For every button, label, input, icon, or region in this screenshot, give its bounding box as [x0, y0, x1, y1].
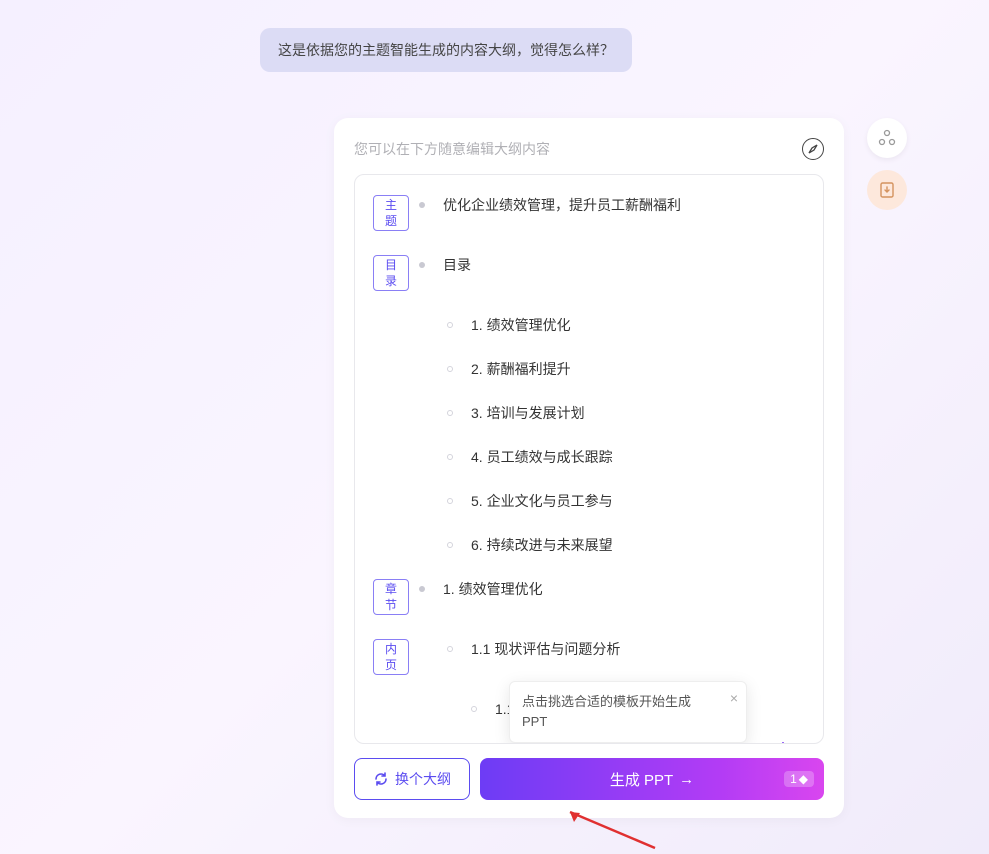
toc-item[interactable]: · 2. 薪酬福利提升: [373, 359, 805, 379]
toc-item-text[interactable]: 3. 培训与发展计划: [471, 403, 585, 423]
refresh-icon: [373, 771, 389, 787]
side-buttons: [867, 118, 907, 210]
diamond-icon: ◆: [799, 772, 808, 786]
chat-bubble: 这是依据您的主题智能生成的内容大纲，觉得怎么样？: [260, 28, 632, 72]
badge-count: 1: [790, 772, 797, 786]
tag-page: 内页: [373, 639, 409, 675]
tree-dot: [447, 410, 453, 416]
tree-dot: [419, 586, 425, 592]
toc-item[interactable]: · 1. 绩效管理优化: [373, 315, 805, 335]
paragraph[interactable]: 描述目前企业采用的绩效管理体系，包括评估方: [501, 743, 805, 744]
tooltip-line1: 点击挑选合适的模板开始生成: [522, 692, 734, 712]
tree-dot: [447, 366, 453, 372]
editor-header: 您可以在下方随意编辑大纲内容: [354, 138, 824, 160]
compass-icon[interactable]: [802, 138, 824, 160]
editor-hint: 您可以在下方随意编辑大纲内容: [354, 139, 550, 159]
tag-toc: 目录: [373, 255, 409, 291]
footer: 换个大纲 生成 PPT → 1 ◆: [354, 758, 824, 800]
toc-item[interactable]: · 5. 企业文化与员工参与: [373, 491, 805, 511]
toc-item-text[interactable]: 2. 薪酬福利提升: [471, 359, 571, 379]
tag-chapter: 章节: [373, 579, 409, 615]
tree-dot: [447, 322, 453, 328]
generate-ppt-button[interactable]: 生成 PPT → 1 ◆: [480, 758, 824, 800]
download-icon[interactable]: [867, 170, 907, 210]
regenerate-button[interactable]: 换个大纲: [354, 758, 470, 800]
page-text[interactable]: 1.1 现状评估与问题分析: [471, 639, 620, 659]
outline-editor-panel: 您可以在下方随意编辑大纲内容 主题 优化企业绩效管理，提升员工薪酬福利 目录 目…: [334, 118, 844, 818]
toc-item-text[interactable]: 5. 企业文化与员工参与: [471, 491, 613, 511]
toc-item-text[interactable]: 4. 员工绩效与成长跟踪: [471, 447, 613, 467]
tree-dot: [447, 454, 453, 460]
generate-label: 生成 PPT: [610, 769, 673, 790]
tooltip-line2: PPT: [522, 712, 734, 732]
toc-label[interactable]: 目录: [443, 255, 471, 275]
tree-dot: [471, 706, 477, 712]
toc-item-text[interactable]: 1. 绩效管理优化: [471, 315, 571, 335]
topic-row[interactable]: 主题 优化企业绩效管理，提升员工薪酬福利: [373, 195, 805, 231]
tree-dot: [419, 202, 425, 208]
toc-item[interactable]: · 3. 培训与发展计划: [373, 403, 805, 423]
tree-dot: [447, 498, 453, 504]
share-icon[interactable]: [867, 118, 907, 158]
chapter-row[interactable]: 章节 1. 绩效管理优化: [373, 579, 805, 615]
chapter-text[interactable]: 1. 绩效管理优化: [443, 579, 543, 599]
close-icon[interactable]: ×: [730, 688, 738, 708]
page-row[interactable]: 内页 1.1 现状评估与问题分析: [373, 639, 805, 675]
toc-item[interactable]: · 6. 持续改进与未来展望: [373, 535, 805, 555]
chat-message-text: 这是依据您的主题智能生成的内容大纲，觉得怎么样？: [278, 42, 614, 58]
tree-dot: [419, 262, 425, 268]
outline-box[interactable]: 主题 优化企业绩效管理，提升员工薪酬福利 目录 目录 · 1. 绩效管理优化 ·…: [354, 174, 824, 744]
regen-label: 换个大纲: [395, 769, 451, 789]
toc-item-text[interactable]: 6. 持续改进与未来展望: [471, 535, 613, 555]
tooltip: × 点击挑选合适的模板开始生成 PPT: [509, 681, 747, 743]
topic-text[interactable]: 优化企业绩效管理，提升员工薪酬福利: [443, 195, 681, 215]
tree-dot: [447, 542, 453, 548]
arrow-right-icon: →: [679, 771, 694, 788]
credit-badge: 1 ◆: [784, 771, 814, 787]
toc-row[interactable]: 目录 目录: [373, 255, 805, 291]
tree-dot: [447, 646, 453, 652]
toc-item[interactable]: · 4. 员工绩效与成长跟踪: [373, 447, 805, 467]
tag-topic: 主题: [373, 195, 409, 231]
